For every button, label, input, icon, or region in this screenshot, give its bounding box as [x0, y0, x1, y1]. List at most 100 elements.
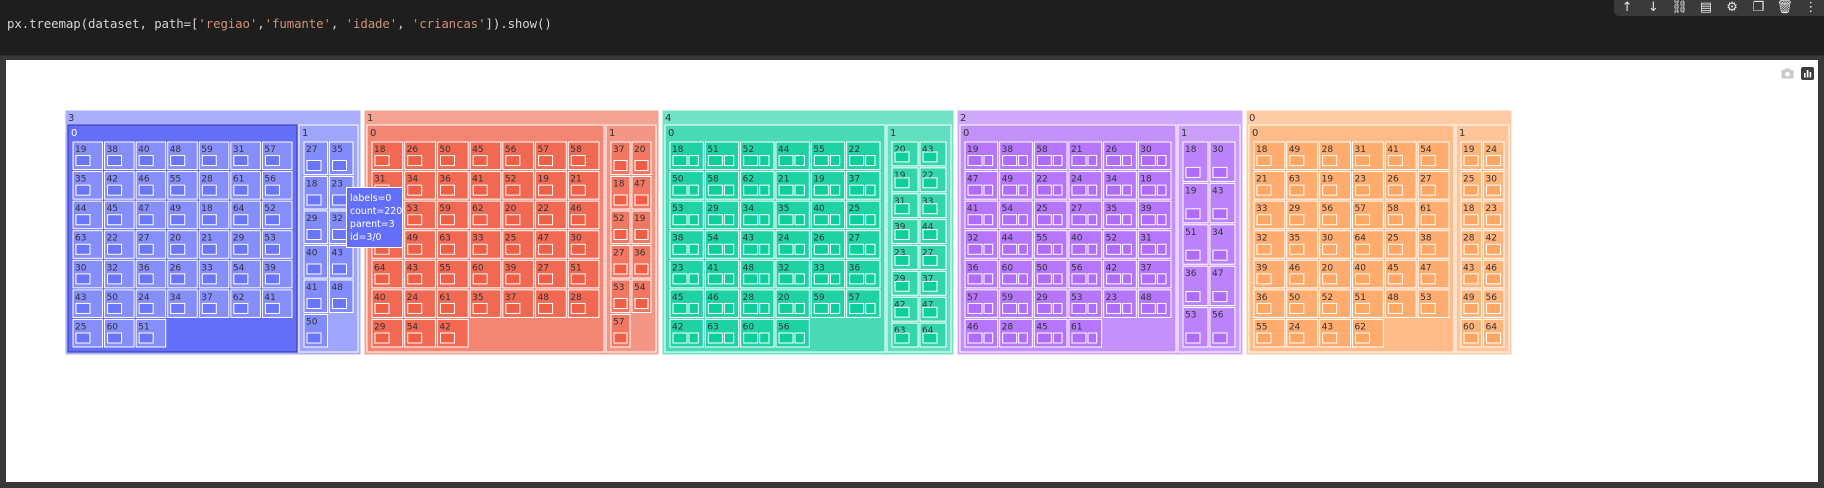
children-tile-4-1-37[interactable] — [922, 280, 938, 292]
children-tile-0-0-62[interactable] — [1355, 332, 1370, 344]
children-tile-0-0-53[interactable] — [1420, 302, 1436, 314]
children-tile-2-0-28-b[interactable] — [1018, 332, 1028, 344]
children-tile-2-1-34[interactable] — [1212, 249, 1228, 261]
children-tile-4-0-44[interactable] — [778, 155, 794, 167]
children-tile-3-0-47[interactable] — [138, 214, 154, 226]
children-tile-4-1-23[interactable] — [894, 255, 910, 266]
children-tile-2-0-44[interactable] — [1002, 243, 1018, 255]
children-tile-4-0-46-b[interactable] — [723, 302, 735, 314]
more-options-icon[interactable]: ⋮ — [1800, 0, 1822, 16]
children-tile-4-0-36[interactable] — [849, 273, 865, 285]
children-tile-4-0-57-b[interactable] — [865, 302, 876, 314]
children-tile-2-0-53-b[interactable] — [1087, 302, 1098, 314]
mirror-cell-icon[interactable]: ❐ — [1747, 0, 1769, 16]
children-tile-2-0-31[interactable] — [1140, 243, 1156, 255]
children-tile-3-0-53[interactable] — [264, 243, 280, 255]
children-tile-2-0-59-b[interactable] — [1018, 302, 1028, 314]
children-tile-4-0-34[interactable] — [743, 214, 759, 226]
children-tile-3-0-61[interactable] — [233, 184, 249, 196]
children-tile-3-0-28[interactable] — [201, 184, 217, 196]
children-tile-1-1-54[interactable] — [634, 298, 649, 309]
children-tile-3-0-55[interactable] — [170, 184, 186, 196]
children-tile-2-0-57-b[interactable] — [983, 302, 994, 314]
children-tile-3-0-18[interactable] — [201, 214, 217, 226]
children-tile-0-0-36[interactable] — [1256, 302, 1272, 314]
children-tile-2-0-30[interactable] — [1140, 155, 1156, 167]
children-tile-2-0-32-b[interactable] — [983, 243, 994, 255]
children-tile-1-0-60[interactable] — [472, 273, 488, 285]
children-tile-2-1-47[interactable] — [1212, 291, 1228, 303]
children-tile-4-0-26-b[interactable] — [829, 243, 841, 255]
children-tile-4-0-43-b[interactable] — [759, 243, 770, 255]
children-tile-4-0-28[interactable] — [743, 302, 759, 314]
children-tile-0-0-26[interactable] — [1387, 184, 1403, 196]
children-tile-2-0-26[interactable] — [1106, 155, 1122, 167]
children-tile-0-1-43[interactable] — [1463, 273, 1479, 285]
children-tile-4-0-51-b[interactable] — [723, 155, 735, 167]
move-up-icon[interactable]: ↑ — [1616, 0, 1638, 16]
children-tile-4-0-55-b[interactable] — [829, 155, 841, 167]
children-tile-2-0-31-b[interactable] — [1156, 243, 1167, 255]
children-tile-2-0-61-b[interactable] — [1087, 332, 1098, 344]
children-tile-4-0-37[interactable] — [849, 184, 865, 196]
children-tile-3-1-40[interactable] — [306, 263, 322, 275]
children-tile-4-0-32[interactable] — [778, 273, 794, 285]
children-tile-4-0-40-b[interactable] — [829, 214, 841, 226]
children-tile-3-0-49[interactable] — [170, 214, 186, 226]
children-tile-4-0-34-b[interactable] — [759, 214, 770, 226]
children-tile-0-0-32[interactable] — [1256, 243, 1272, 255]
children-tile-2-0-28[interactable] — [1002, 332, 1018, 344]
children-tile-4-0-45[interactable] — [672, 302, 688, 314]
children-tile-2-0-55[interactable] — [1036, 243, 1052, 255]
children-tile-4-0-46[interactable] — [707, 302, 723, 314]
children-tile-1-0-22[interactable] — [538, 214, 554, 226]
children-tile-3-1-50[interactable] — [306, 332, 322, 344]
children-tile-3-0-42[interactable] — [107, 184, 123, 196]
children-tile-4-1-64[interactable] — [922, 332, 938, 344]
children-tile-1-0-52[interactable] — [505, 184, 521, 196]
children-tile-3-0-26[interactable] — [170, 273, 186, 285]
children-tile-2-0-48-b[interactable] — [1156, 302, 1167, 314]
children-tile-4-0-58-b[interactable] — [723, 184, 735, 196]
children-tile-2-1-53[interactable] — [1185, 332, 1201, 344]
children-tile-0-1-49[interactable] — [1463, 302, 1479, 314]
children-tile-4-1-44[interactable] — [922, 229, 938, 240]
children-tile-2-0-19-b[interactable] — [983, 155, 994, 167]
children-tile-1-0-25[interactable] — [505, 243, 521, 255]
children-tile-2-0-57[interactable] — [967, 302, 983, 314]
children-tile-2-0-58[interactable] — [1036, 155, 1052, 167]
children-tile-3-0-51[interactable] — [138, 332, 154, 344]
children-tile-2-1-36[interactable] — [1185, 291, 1201, 303]
children-tile-1-1-27[interactable] — [613, 263, 628, 275]
children-tile-4-0-18[interactable] — [672, 155, 688, 167]
children-tile-4-0-23-b[interactable] — [688, 273, 699, 285]
children-tile-0-0-33[interactable] — [1256, 214, 1272, 226]
children-tile-3-0-25[interactable] — [75, 332, 91, 344]
children-tile-2-0-21-b[interactable] — [1087, 155, 1098, 167]
children-tile-0-0-23[interactable] — [1355, 184, 1370, 196]
children-tile-1-0-42[interactable] — [439, 332, 455, 344]
children-tile-2-1-43[interactable] — [1212, 208, 1228, 220]
children-tile-1-0-41[interactable] — [472, 184, 488, 196]
children-tile-0-0-30[interactable] — [1322, 243, 1338, 255]
plotly-logo-icon[interactable] — [1800, 66, 1814, 80]
children-tile-1-0-59[interactable] — [439, 214, 455, 226]
children-tile-1-0-27[interactable] — [538, 273, 554, 285]
children-tile-3-0-24[interactable] — [138, 302, 154, 314]
children-tile-2-0-21[interactable] — [1071, 155, 1087, 167]
children-tile-3-0-48[interactable] — [170, 155, 186, 167]
children-tile-4-0-60-b[interactable] — [759, 332, 770, 344]
children-tile-3-0-57[interactable] — [264, 155, 280, 167]
children-tile-2-0-39[interactable] — [1140, 214, 1156, 226]
children-tile-1-1-37[interactable] — [613, 160, 628, 171]
children-tile-1-0-56[interactable] — [505, 155, 521, 167]
children-tile-2-0-36[interactable] — [967, 273, 983, 285]
children-tile-4-1-22[interactable] — [922, 177, 938, 189]
children-tile-4-0-25[interactable] — [849, 214, 865, 226]
children-tile-4-0-53[interactable] — [672, 214, 688, 226]
children-tile-4-0-57[interactable] — [849, 302, 865, 314]
children-tile-4-0-42-b[interactable] — [688, 332, 699, 344]
children-tile-3-1-32[interactable] — [332, 229, 347, 240]
children-tile-2-0-25[interactable] — [1036, 214, 1052, 226]
children-tile-4-0-56-b[interactable] — [794, 332, 805, 344]
